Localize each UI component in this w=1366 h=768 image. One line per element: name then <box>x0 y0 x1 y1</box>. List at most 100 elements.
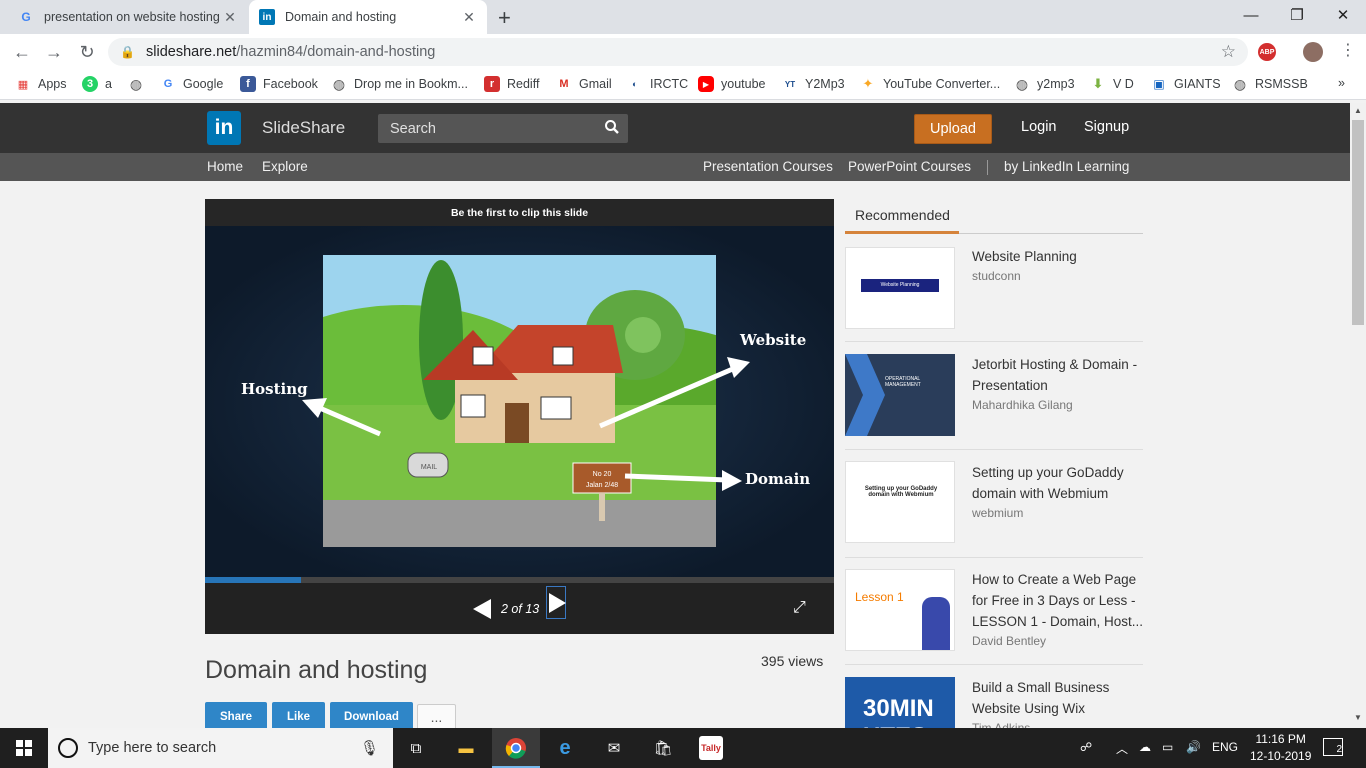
recommended-item[interactable]: OPERATIONAL MANAGEMENT Jetorbit Hosting … <box>845 342 1143 450</box>
back-icon[interactable]: ← <box>10 40 34 64</box>
edge-icon[interactable]: e <box>553 736 577 760</box>
nav-divider <box>987 160 988 175</box>
bookmark-facebook[interactable]: f Facebook <box>240 76 318 92</box>
slide-viewport[interactable]: MAIL No 20 Jalan 2/48 Hosting Website Do… <box>205 226 834 577</box>
bookmark-y2mp3-2[interactable]: ◍ y2mp3 <box>1014 76 1075 92</box>
bookmark-a[interactable]: 3a <box>82 76 112 92</box>
whatsapp-icon: 3 <box>82 76 98 92</box>
nav-explore[interactable]: Explore <box>262 159 308 174</box>
mail-icon[interactable]: ✉ <box>602 736 626 760</box>
tab-recommended[interactable]: Recommended <box>845 199 959 234</box>
previous-slide-icon[interactable] <box>473 599 491 619</box>
browser-tab-active[interactable]: in Domain and hosting ✕ <box>249 0 487 34</box>
maximize-icon[interactable]: ❐ <box>1274 0 1320 30</box>
rediff-icon: r <box>484 76 500 92</box>
recommended-author[interactable]: Mahardhika Gilang <box>972 398 1073 412</box>
login-link[interactable]: Login <box>1021 119 1056 135</box>
recommended-title[interactable]: Jetorbit Hosting & Domain - Presentation <box>972 354 1144 396</box>
signup-link[interactable]: Signup <box>1084 119 1129 135</box>
bookmark-globe[interactable]: ◍ <box>128 76 151 92</box>
system-clock[interactable]: 11:16 PM 12-10-2019 <box>1250 731 1311 765</box>
search-input[interactable]: Search <box>378 114 628 143</box>
taskbar-search-placeholder: Type here to search <box>88 740 217 756</box>
adblock-extension-icon[interactable]: ABP <box>1258 43 1276 61</box>
battery-icon[interactable]: ▭ <box>1162 740 1173 754</box>
close-tab-icon[interactable]: ✕ <box>461 9 477 26</box>
profile-avatar[interactable] <box>1303 42 1323 62</box>
bookmark-rsmssb[interactable]: ◍ RSMSSB <box>1232 76 1308 92</box>
close-window-icon[interactable]: ✕ <box>1320 0 1366 30</box>
taskbar-search-input[interactable]: Type here to search 🎙 <box>48 728 393 768</box>
search-icon[interactable] <box>604 119 620 139</box>
recommended-author[interactable]: webmium <box>972 506 1023 520</box>
nav-home[interactable]: Home <box>207 159 243 174</box>
language-indicator[interactable]: ENG <box>1212 740 1238 754</box>
bookmark-irctc[interactable]: ◐ IRCTC <box>627 76 688 92</box>
next-slide-icon[interactable] <box>546 586 566 619</box>
scrollbar-thumb[interactable] <box>1352 120 1364 325</box>
recommended-item[interactable]: Website Planning Website Planning studco… <box>845 234 1143 342</box>
more-actions-button[interactable]: ... <box>417 704 456 730</box>
people-icon[interactable]: ☍ <box>1080 740 1092 754</box>
upload-button[interactable]: Upload <box>914 114 992 144</box>
minimize-icon[interactable]: — <box>1228 0 1274 30</box>
bookmark-gmail[interactable]: M Gmail <box>556 76 611 92</box>
linkedin-logo-icon[interactable]: in <box>207 111 241 145</box>
task-view-icon[interactable]: ⧉ <box>404 736 428 760</box>
bookmark-youtube-converter[interactable]: ✦ YouTube Converter... <box>860 76 1001 92</box>
file-explorer-icon[interactable]: ▬ <box>454 736 478 760</box>
sub-navigation: Home Explore Presentation Courses PowerP… <box>0 153 1350 181</box>
nav-powerpoint-courses[interactable]: PowerPoint Courses <box>848 159 971 174</box>
notifications-icon[interactable]: 2 <box>1323 738 1343 756</box>
globe-icon: ◍ <box>1233 75 1247 92</box>
bookmark-giants[interactable]: ▣ GIANTS <box>1151 76 1220 92</box>
address-bar[interactable]: 🔒 slideshare.net/hazmin84/domain-and-hos… <box>108 38 1248 66</box>
bookmark-google[interactable]: G Google <box>160 76 224 92</box>
forward-icon[interactable]: → <box>42 40 66 64</box>
brand-name[interactable]: SlideShare <box>262 118 345 138</box>
bookmark-vd[interactable]: ⬇ V D <box>1090 76 1134 92</box>
bookmark-drop-me[interactable]: ◍ Drop me in Bookm... <box>331 76 468 92</box>
tab-title: Domain and hosting <box>285 10 397 24</box>
recommended-title[interactable]: How to Create a Web Page for Free in 3 D… <box>972 569 1144 632</box>
recommended-item[interactable]: Lesson 1 How to Create a Web Page for Fr… <box>845 557 1143 665</box>
store-icon[interactable]: 🛍 <box>651 736 675 760</box>
volume-icon[interactable]: 🔊 <box>1186 740 1201 754</box>
bookmark-star-icon[interactable]: ☆ <box>1221 42 1236 62</box>
clip-slide-bar[interactable]: Be the first to clip this slide <box>205 199 834 226</box>
chrome-icon[interactable] <box>504 736 528 760</box>
reload-icon[interactable]: ↻ <box>75 40 99 64</box>
tray-overflow-icon[interactable]: ︿ <box>1116 740 1128 757</box>
nav-presentation-courses[interactable]: Presentation Courses <box>703 159 833 174</box>
new-tab-icon[interactable]: + <box>498 5 511 31</box>
irctc-icon: ◐ <box>632 79 638 89</box>
recommended-item[interactable]: Setting up your GoDaddy domain with Webm… <box>845 450 1143 558</box>
windows-start-icon[interactable] <box>16 740 32 756</box>
onedrive-icon[interactable]: ☁ <box>1139 740 1151 754</box>
bookmark-apps[interactable]: ▦ Apps <box>15 76 67 92</box>
giants-icon: ▣ <box>1153 77 1165 91</box>
nav-linkedin-learning[interactable]: by LinkedIn Learning <box>1004 159 1129 174</box>
bookmark-y2mp3[interactable]: YT Y2Mp3 <box>782 76 845 92</box>
microphone-icon[interactable]: 🎙 <box>360 739 379 757</box>
recommended-title[interactable]: Website Planning <box>972 246 1144 267</box>
tally-icon[interactable]: Tally <box>699 736 723 760</box>
scroll-down-icon[interactable]: ▼ <box>1353 713 1363 722</box>
bookmark-rediff[interactable]: r Rediff <box>484 76 539 92</box>
clock-time: 11:16 PM <box>1255 732 1306 746</box>
search-placeholder: Search <box>390 120 436 137</box>
bookmark-youtube[interactable]: ▶ youtube <box>698 76 765 92</box>
bookmarks-overflow-icon[interactable]: » <box>1338 76 1345 90</box>
browser-menu-icon[interactable]: ⋮ <box>1340 40 1356 60</box>
slideshare-header: in SlideShare Search Upload Login Signup <box>0 103 1350 153</box>
fullscreen-icon[interactable]: ⤢ <box>793 599 806 617</box>
recommended-title[interactable]: Build a Small Business Website Using Wix <box>972 677 1144 719</box>
recommended-title[interactable]: Setting up your GoDaddy domain with Webm… <box>972 462 1144 504</box>
close-tab-icon[interactable]: ✕ <box>222 9 238 26</box>
browser-tab-search[interactable]: G presentation on website hosting ✕ <box>8 0 248 34</box>
recommended-author[interactable]: studconn <box>972 269 1021 283</box>
recommended-author[interactable]: David Bentley <box>972 634 1046 648</box>
google-icon: G <box>163 78 173 90</box>
scroll-up-icon[interactable]: ▲ <box>1353 106 1363 115</box>
page-scrollbar[interactable]: ▲ ▼ <box>1350 103 1366 728</box>
